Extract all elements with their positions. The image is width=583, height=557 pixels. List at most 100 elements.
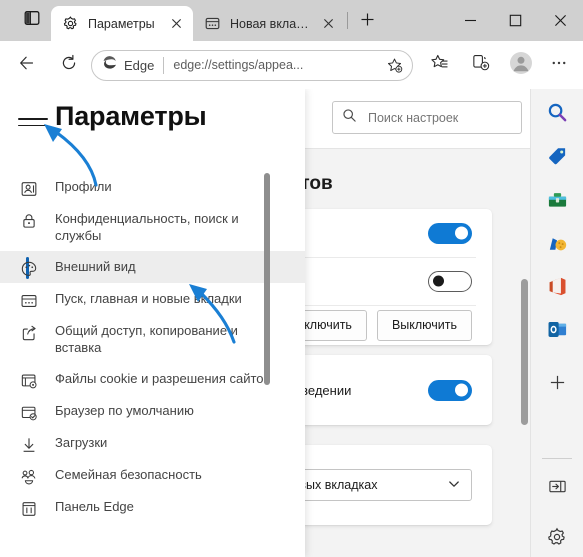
page-scrollbar-thumb[interactable] xyxy=(521,279,528,425)
back-button[interactable] xyxy=(11,49,43,81)
sidebar-item-default-browser[interactable]: Браузер по умолчанию xyxy=(0,395,305,427)
settings-title: Параметры xyxy=(55,101,207,131)
toggle-knob xyxy=(433,275,444,287)
favorites-hub-icon xyxy=(430,53,449,77)
sidebar-item-family-safety[interactable]: Семейная безопасность xyxy=(0,459,305,491)
profile-card-icon xyxy=(19,179,39,199)
close-window-button[interactable] xyxy=(538,0,583,41)
edge-brand-chip: Edge xyxy=(101,54,154,76)
maximize-button[interactable] xyxy=(493,0,538,41)
sidebar-item-label: Файлы cookie и разрешения сайтов xyxy=(55,371,271,386)
search-icon xyxy=(342,108,357,128)
sidebar-item-profiles[interactable]: Профили xyxy=(0,171,305,203)
more-settings-button[interactable] xyxy=(543,49,575,81)
sidebar-app-shopping[interactable] xyxy=(539,141,575,175)
download-icon xyxy=(19,435,39,455)
tabstrip-left-padding xyxy=(0,0,13,41)
sidebar-item-label: Профили xyxy=(55,179,112,194)
lock-icon xyxy=(19,211,39,231)
sidebar-app-games[interactable] xyxy=(539,228,575,262)
chevron-down-icon xyxy=(447,477,461,494)
sidebar-item-privacy[interactable]: Конфиденциальность, поиск и службы xyxy=(0,203,305,251)
sidebar-item-appearance[interactable]: Внешний вид xyxy=(0,251,305,283)
sidebar-toggle-icon xyxy=(548,477,567,501)
edge-brand-label: Edge xyxy=(124,57,155,73)
tools-toolbox-icon xyxy=(547,189,568,215)
default-browser-icon xyxy=(19,403,39,423)
toggle-knob xyxy=(455,383,468,397)
profile-button[interactable] xyxy=(505,49,537,81)
tab-parametry[interactable]: Параметры xyxy=(51,6,193,41)
sidebar-app-outlook[interactable] xyxy=(539,315,575,349)
tab-title: Новая вкладка xyxy=(230,16,315,31)
hamburger-menu-icon[interactable] xyxy=(18,108,48,136)
sidebar-toggle-button[interactable] xyxy=(539,472,575,506)
window-controls xyxy=(448,0,583,41)
toggle-hide-title-new-tabs[interactable] xyxy=(428,270,472,292)
collections-icon xyxy=(471,53,490,77)
sidebar-item-share-copy-paste[interactable]: Общий доступ, копирование и вставка xyxy=(0,315,305,363)
sidebar-item-label: Браузер по умолчанию xyxy=(55,403,194,418)
edge-browser-window: Параметры Новая вкладка Edge edge://sett… xyxy=(0,0,583,557)
settings-nav-scrollbar-thumb[interactable] xyxy=(264,173,270,385)
palette-icon xyxy=(19,259,39,279)
settings-nav-list: Профили Конфиденциальность, поиск и служ… xyxy=(0,171,305,557)
refresh-icon xyxy=(60,54,78,77)
outlook-icon xyxy=(547,319,568,345)
gear-icon xyxy=(62,15,79,32)
address-bar[interactable]: Edge edge://settings/appea... xyxy=(91,49,413,81)
tab-title: Параметры xyxy=(88,16,155,31)
start-home-tabs-icon xyxy=(19,291,39,311)
games-icon xyxy=(547,233,568,259)
sidebar-app-search[interactable] xyxy=(539,98,575,132)
sidebar-item-start-home-newtabs[interactable]: Пуск, главная и новые вкладки xyxy=(0,283,305,315)
edge-bar-icon xyxy=(19,499,39,519)
sidebar-app-office[interactable] xyxy=(539,272,575,306)
sidebar-app-tools[interactable] xyxy=(539,185,575,219)
profile-avatar-icon xyxy=(509,51,533,80)
settings-page: Поиск настроек Настройка панели инструме… xyxy=(0,89,583,557)
edge-sidebar xyxy=(530,89,583,557)
favorites-button[interactable] xyxy=(423,49,455,81)
search-settings-field[interactable]: Поиск настроек xyxy=(332,101,522,134)
tab-separator xyxy=(347,12,348,29)
sidebar-item-label: Загрузки xyxy=(55,435,108,450)
toggle-always-show-tab-hover[interactable] xyxy=(428,379,472,401)
new-tab-button[interactable] xyxy=(352,4,383,35)
search-copilot-icon xyxy=(547,102,568,128)
tab-close-button[interactable] xyxy=(166,13,187,34)
add-favorite-star-icon[interactable] xyxy=(382,53,406,77)
sidebar-item-label: Общий доступ, копирование и вставка xyxy=(55,323,238,355)
sidebar-settings-button[interactable] xyxy=(539,523,575,557)
sidebar-item-cookies-permissions[interactable]: Файлы cookie и разрешения сайтов xyxy=(0,363,305,395)
sidebar-item-label: Внешний вид xyxy=(55,259,136,274)
sidebar-item-label: Семейная безопасность xyxy=(55,467,202,482)
refresh-button[interactable] xyxy=(53,49,85,81)
omnibox-divider xyxy=(163,56,165,74)
sidebar-divider xyxy=(542,458,572,460)
share-icon xyxy=(19,323,39,343)
tab-novaya-vkladka[interactable]: Новая вкладка xyxy=(193,6,345,41)
back-arrow-icon xyxy=(18,54,36,77)
sidebar-item-downloads[interactable]: Загрузки xyxy=(0,427,305,459)
family-safety-icon xyxy=(19,467,39,487)
new-tab-page-icon xyxy=(204,15,221,32)
more-settings-icon xyxy=(550,54,568,77)
sidebar-item-label: Пуск, главная и новые вкладки xyxy=(55,291,242,306)
shopping-tag-icon xyxy=(547,146,568,172)
tab-strip: Параметры Новая вкладка xyxy=(0,0,583,41)
disable-button[interactable]: Выключить xyxy=(376,309,472,341)
collections-button[interactable] xyxy=(464,49,496,81)
sidebar-settings-icon xyxy=(547,527,567,552)
tab-search-button[interactable] xyxy=(13,0,51,41)
sidebar-add-app-button[interactable] xyxy=(539,368,575,402)
cookie-permissions-icon xyxy=(19,371,39,391)
tab-search-icon xyxy=(24,10,40,31)
tab-close-button[interactable] xyxy=(318,13,339,34)
toggle-show-home-button[interactable] xyxy=(428,222,472,244)
url-text: edge://settings/appea... xyxy=(173,58,304,72)
minimize-button[interactable] xyxy=(448,0,493,41)
sidebar-item-edge-bar[interactable]: Панель Edge xyxy=(0,491,305,523)
settings-navigation-flyout: Параметры Профили Конфиденциальность, по… xyxy=(0,89,305,557)
toggle-knob xyxy=(455,226,468,240)
